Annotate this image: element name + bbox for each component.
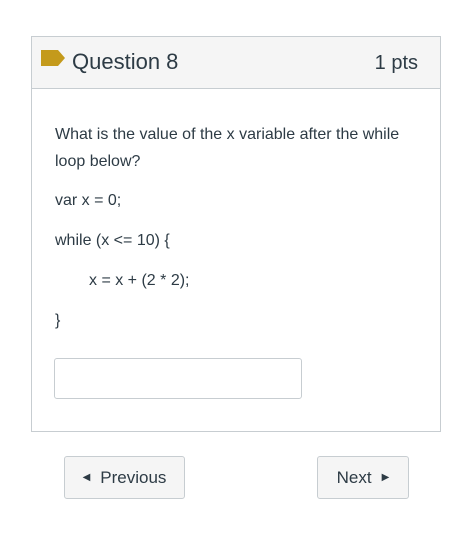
code-line-assignment: x = x + (2 * 2); <box>89 272 190 289</box>
next-button[interactable]: Next ▶ <box>317 456 409 499</box>
flag-icon[interactable] <box>41 50 65 66</box>
question-prompt: What is the value of the x variable afte… <box>55 126 400 170</box>
next-label: Next <box>336 467 372 487</box>
previous-label: Previous <box>100 467 167 487</box>
caret-right-icon: ▶ <box>381 471 390 483</box>
question-title: Question 8 <box>72 49 179 74</box>
question-card: Question 8 1 pts What is the value of th… <box>31 36 441 432</box>
question-body: What is the value of the x variable afte… <box>55 121 415 175</box>
caret-left-icon: ◀ <box>82 471 91 483</box>
previous-button[interactable]: ◀ Previous <box>64 456 185 499</box>
code-line-close-brace: } <box>55 312 61 329</box>
question-header: Question 8 1 pts <box>32 37 440 89</box>
question-points: 1 pts <box>374 52 418 74</box>
code-line-declaration: var x = 0; <box>55 192 122 209</box>
answer-input[interactable] <box>54 358 302 399</box>
code-line-while: while (x <= 10) { <box>55 232 170 249</box>
